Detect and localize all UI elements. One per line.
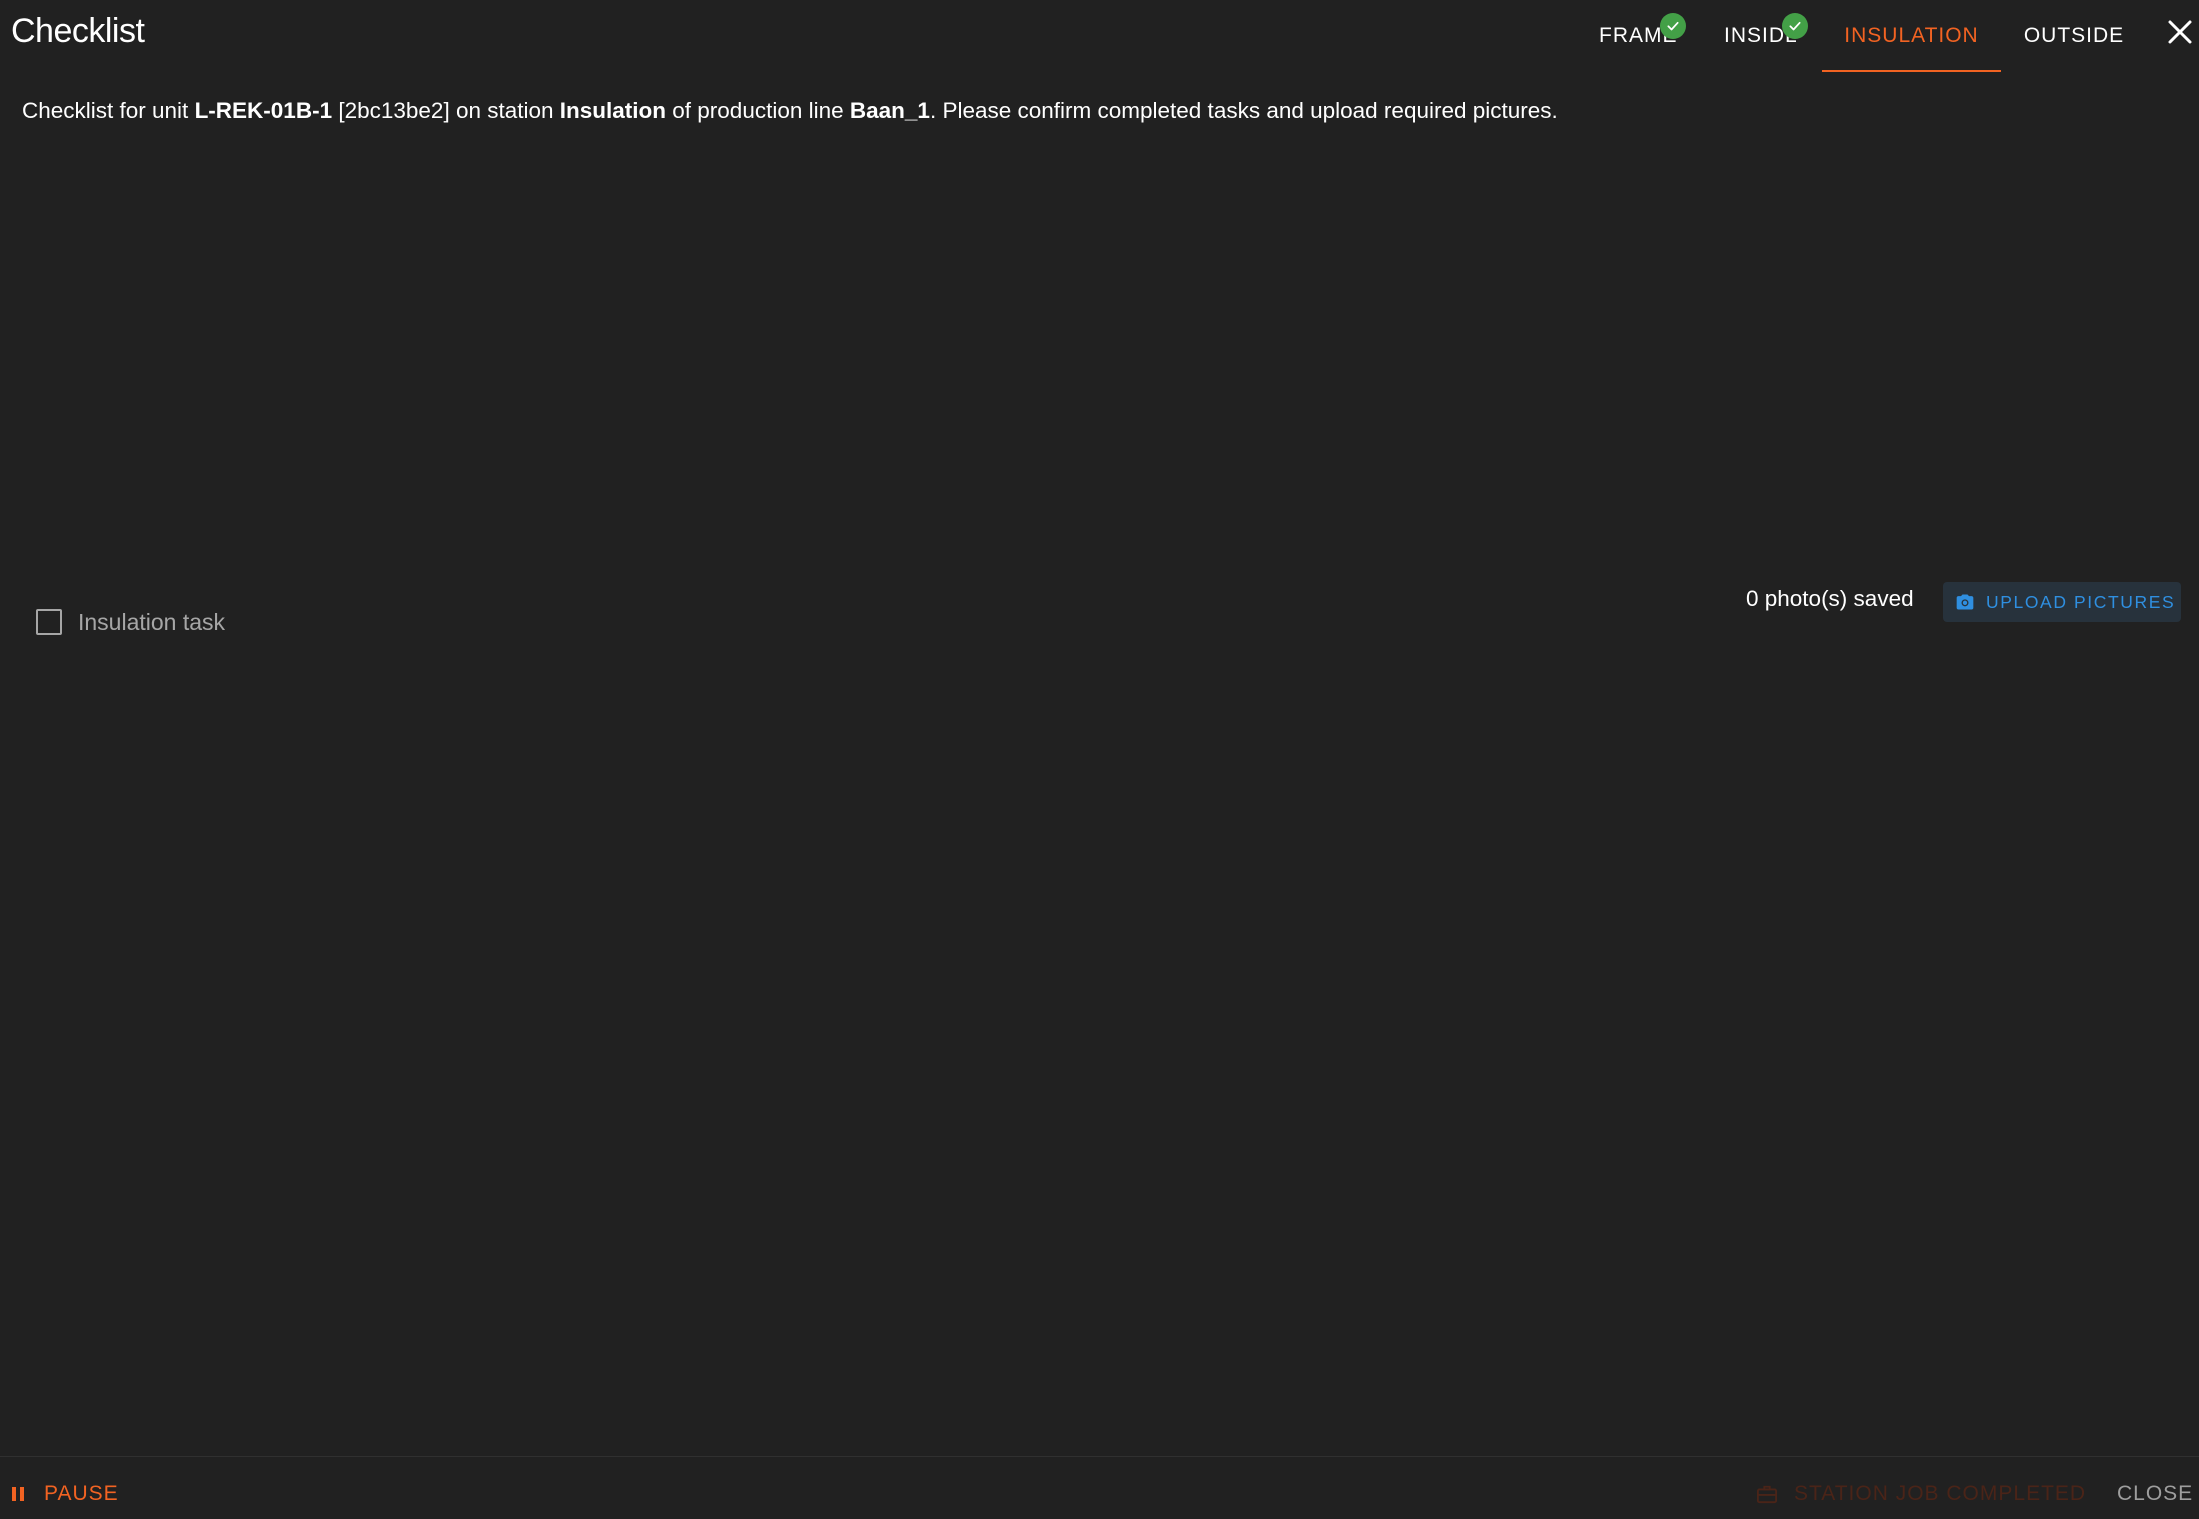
pause-label: PAUSE	[44, 1482, 119, 1505]
close-icon[interactable]	[2164, 16, 2196, 48]
pause-button[interactable]: PAUSE	[10, 1479, 119, 1509]
dialog-title: Checklist	[11, 12, 145, 50]
checklist-intro: Checklist for unit L-REK-01B-1 [2bc13be2…	[22, 98, 1558, 124]
tab-frame[interactable]: FRAME	[1580, 0, 1698, 72]
intro-mid: of production line	[666, 98, 850, 123]
upload-pictures-button[interactable]: UPLOAD PICTURES	[1943, 582, 2181, 622]
pause-icon	[12, 1487, 24, 1501]
production-line-name: Baan_1	[849, 98, 930, 123]
check-icon	[1782, 13, 1808, 39]
task-item-insulation[interactable]: Insulation task	[36, 606, 225, 638]
check-icon	[1660, 13, 1686, 39]
station-job-completed-label: STATION JOB COMPLETED	[1794, 1482, 2087, 1505]
intro-prefix: Checklist for unit	[22, 98, 195, 123]
camera-icon	[1956, 594, 1974, 610]
upload-pictures-label: UPLOAD PICTURES	[1986, 591, 2176, 612]
tab-outside[interactable]: OUTSIDE	[2001, 0, 2147, 72]
tab-insulation-label: INSULATION	[1844, 24, 1979, 47]
dialog-header: Checklist FRAME INSIDE INSULATION OUTSID…	[0, 0, 2199, 72]
intro-unit-id: [2bc13be2] on station	[332, 98, 560, 123]
station-name: Insulation	[559, 98, 667, 123]
dialog-footer: PAUSE STATION JOB COMPLETED CLOSE	[0, 1456, 2199, 1519]
unit-name: L-REK-01B-1	[194, 98, 333, 123]
briefcase-icon	[1757, 1485, 1777, 1504]
tab-inside[interactable]: INSIDE	[1706, 0, 1814, 72]
station-job-completed-button[interactable]: STATION JOB COMPLETED	[1756, 1479, 2086, 1509]
task-checkbox[interactable]	[36, 609, 62, 635]
intro-suffix: . Please confirm completed tasks and upl…	[929, 98, 1558, 123]
tab-outside-label: OUTSIDE	[2023, 24, 2125, 47]
photos-saved-count: 0 photo(s) saved	[1746, 586, 1914, 611]
task-label: Insulation task	[78, 608, 226, 635]
tab-insulation[interactable]: INSULATION	[1822, 0, 2001, 72]
close-label: CLOSE	[2117, 1482, 2194, 1505]
close-button[interactable]: CLOSE	[2117, 1479, 2193, 1509]
